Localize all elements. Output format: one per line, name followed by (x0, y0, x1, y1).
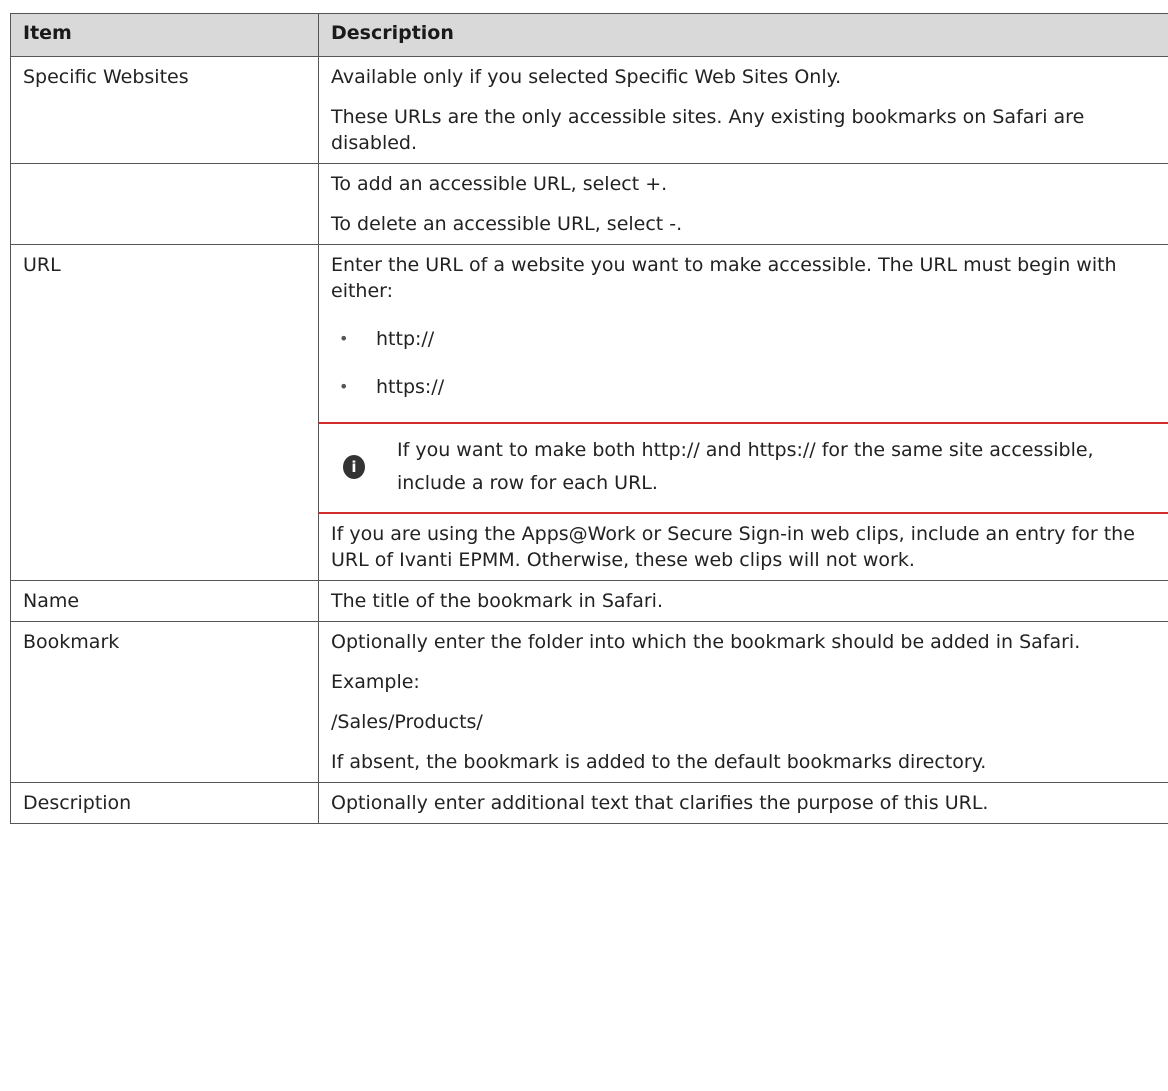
header-description: Description (318, 13, 1168, 57)
item-cell: URL (10, 244, 319, 581)
item-cell: Name (10, 580, 319, 622)
description-paragraph: Enter the URL of a website you want to m… (331, 254, 1117, 302)
list-item-text: http:// (376, 328, 435, 350)
table-row-add-delete: To add an accessible URL, select +. To d… (10, 163, 1168, 245)
table-row-specific-websites: Specific Websites Available only if you … (10, 56, 1168, 164)
description-cell: The title of the bookmark in Safari. (318, 580, 1168, 622)
info-note: i If you want to make both http:// and h… (319, 422, 1168, 514)
description-cell: Optionally enter the folder into which t… (318, 621, 1168, 783)
list-item: • http:// (331, 326, 1157, 352)
item-cell: Specific Websites (10, 56, 319, 164)
item-cell: Bookmark (10, 621, 319, 783)
list-item-text: https:// (376, 376, 445, 398)
list-item: • https:// (331, 374, 1157, 400)
item-cell: Description (10, 782, 319, 824)
table-row-name: Name The title of the bookmark in Safari… (10, 580, 1168, 622)
bullet-icon: • (339, 377, 349, 396)
description-paragraph: Available only if you selected Specific … (331, 66, 842, 88)
table-row-url: URL Enter the URL of a website you want … (10, 244, 1168, 581)
description-paragraph: If you are using the Apps@Work or Secure… (331, 523, 1135, 571)
url-prefix-list: • http:// • https:// (331, 326, 1157, 400)
description-cell: Available only if you selected Specific … (318, 56, 1168, 164)
bullet-icon: • (339, 329, 349, 348)
description-cell: Optionally enter additional text that cl… (318, 782, 1168, 824)
table-row-description: Description Optionally enter additional … (10, 782, 1168, 824)
description-paragraph: /Sales/Products/ (331, 711, 483, 733)
description-paragraph: These URLs are the only accessible sites… (331, 106, 1085, 154)
description-paragraph: To add an accessible URL, select +. (331, 173, 668, 195)
description-paragraph: To delete an accessible URL, select -. (331, 213, 683, 235)
item-cell (10, 163, 319, 245)
description-paragraph: Optionally enter the folder into which t… (331, 631, 1081, 653)
info-icon: i (343, 455, 365, 479)
description-paragraph: The title of the bookmark in Safari. (331, 590, 663, 612)
header-item: Item (10, 13, 319, 57)
description-cell: To add an accessible URL, select +. To d… (318, 163, 1168, 245)
description-paragraph: Example: (331, 671, 420, 693)
table-header-row: Item Description (10, 13, 1168, 57)
description-paragraph: Optionally enter additional text that cl… (331, 792, 989, 814)
settings-table: Item Description Specific Websites Avail… (10, 13, 1168, 824)
description-paragraph: If absent, the bookmark is added to the … (331, 751, 987, 773)
description-cell: Enter the URL of a website you want to m… (318, 244, 1168, 581)
note-text: If you want to make both http:// and htt… (397, 439, 1094, 494)
table-row-bookmark: Bookmark Optionally enter the folder int… (10, 621, 1168, 783)
